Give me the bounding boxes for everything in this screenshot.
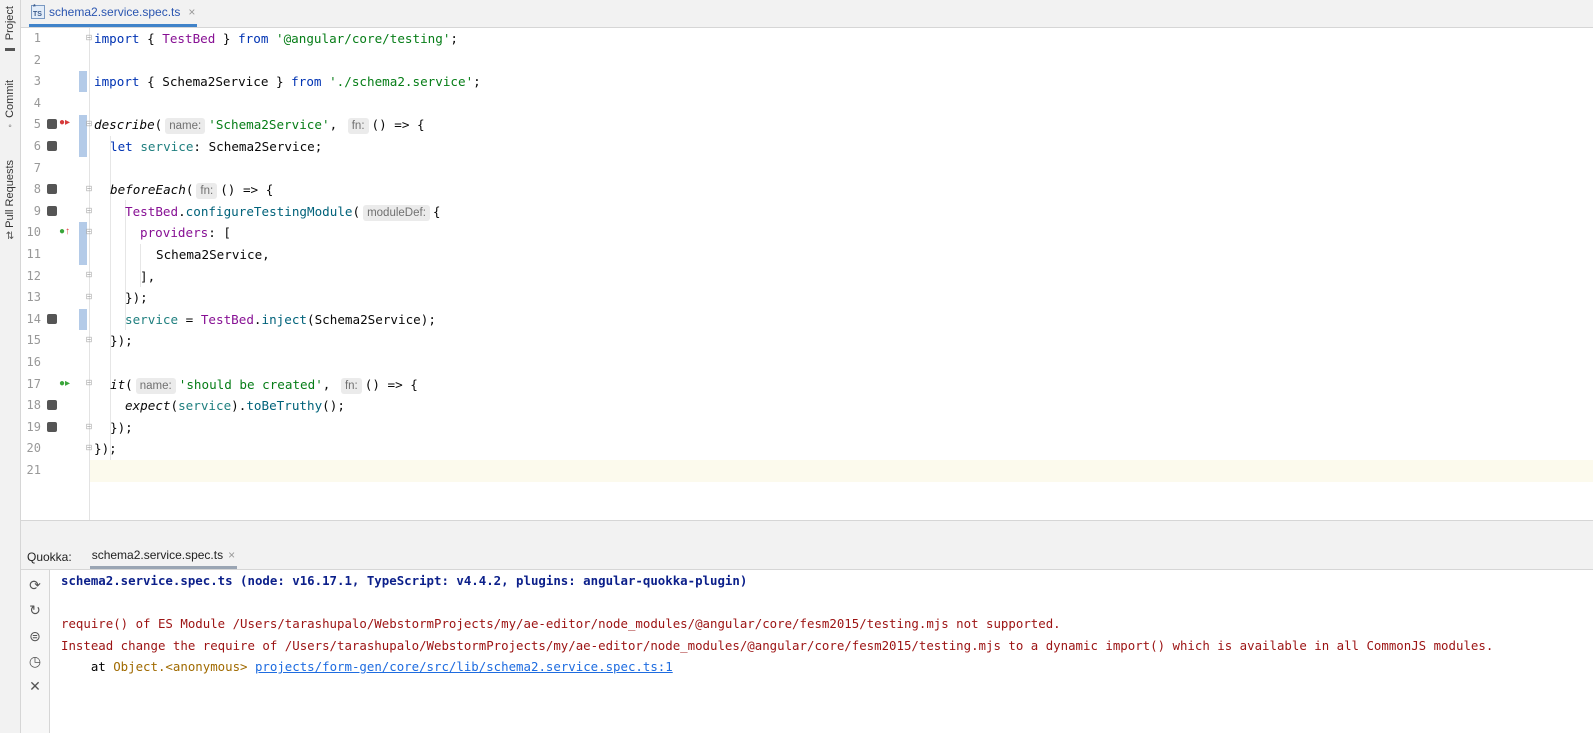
line-number: 2 [33,52,41,67]
parameter-hint: fn: [196,183,218,200]
coverage-up-icon: ●↑ [59,226,71,237]
test-failed-run-icon[interactable]: ●▸ [59,118,70,128]
code-line-3: import { Schema2Service } from './schema… [94,74,481,90]
code-line-13: }); [125,290,148,306]
close-icon[interactable]: × [188,5,195,19]
quokka-panel-header: Quokka: schema2.service.spec.ts × [21,544,1593,570]
test-passed-run-icon[interactable]: ●▸ [59,379,70,389]
coverage-marker[interactable] [47,422,57,432]
refresh-icon[interactable]: ↻ [26,601,44,619]
vcs-change-marker[interactable] [79,71,87,92]
editor-tab-bar: * TS schema2.service.spec.ts × [21,0,1593,28]
line-number: 14 [26,311,41,326]
pull-requests-tool-tab[interactable]: Pull Requests ⇅ [0,160,20,242]
pull-request-icon: ⇅ [5,230,15,242]
code-line-15: }); [110,333,133,349]
line-number: 8 [33,182,41,197]
line-number: 11 [26,247,41,261]
quokka-output[interactable]: schema2.service.spec.ts (node: v16.17.1,… [50,570,1593,733]
code-line-12: ], [140,268,156,284]
close-icon[interactable]: × [228,548,235,562]
coverage-icon[interactable]: ⊜ [26,627,44,645]
coverage-marker[interactable] [47,314,57,324]
line-number: 15 [26,333,41,348]
rerun-icon[interactable]: ⟳ [26,576,44,594]
quokka-toolbar: ⟳ ↻ ⊜ ◷ ✕ [21,570,50,733]
line-number: 21 [26,463,41,477]
folder-icon: ▬ [5,43,15,55]
line-number: 17 [26,376,41,391]
line-number: 18 [26,398,41,413]
output-header: schema2.service.spec.ts (node: v16.17.1,… [61,573,748,588]
error-message-line-2: Instead change the require of /Users/tar… [61,637,1494,653]
line-number: 10 [26,225,41,240]
commit-tab-label: Commit [4,80,16,118]
line-number: 6 [33,139,41,153]
line-number: 9 [33,203,41,218]
quokka-tab-label: schema2.service.spec.ts [91,548,224,562]
typescript-file-icon: * TS [31,4,45,19]
line-number: 3 [33,74,41,89]
line-number: 5 [33,117,41,132]
commit-tool-tab[interactable]: Commit ◦ [0,80,20,132]
stack-trace-object: Object.<anonymous> [113,659,248,675]
code-editor[interactable]: import { TestBed } from '@angular/core/t… [90,28,1593,520]
history-icon[interactable]: ◷ [26,652,44,670]
parameter-hint: name: [135,377,176,394]
editor-tab-label: schema2.service.spec.ts [49,5,181,19]
code-line-14: service = TestBed.inject(Schema2Service)… [125,311,436,327]
stack-trace-link[interactable]: projects/form-gen/core/src/lib/schema2.s… [255,659,673,674]
code-line-11: Schema2Service, [156,247,270,262]
line-number: 19 [26,419,41,434]
parameter-hint: fn: [347,118,369,135]
code-line-6: let service: Schema2Service; [110,139,323,154]
project-tool-tab[interactable]: Project ▬ [0,6,20,54]
parameter-hint: moduleDef: [363,204,430,221]
vcs-change-marker[interactable] [79,309,87,330]
commit-icon: ◦ [8,120,12,132]
pull-requests-tab-label: Pull Requests [4,160,16,228]
editor-tab-schema2-spec[interactable]: * TS schema2.service.spec.ts × [29,0,198,27]
code-line-10: providers: [ [140,225,231,241]
code-line-20: }); [94,441,117,457]
code-line-5: describe(name: 'Schema2Service', fn:() =>… [94,117,425,135]
coverage-marker[interactable] [47,184,57,194]
panel-divider[interactable] [21,520,1593,544]
quokka-tab[interactable]: schema2.service.spec.ts × [89,544,238,569]
coverage-marker[interactable] [47,400,57,410]
parameter-hint: fn: [340,377,362,394]
quokka-title: Quokka: [27,549,72,564]
code-line-1: import { TestBed } from '@angular/core/t… [94,31,458,46]
line-number: 13 [26,290,41,305]
code-line-8: beforeEach(fn:() => { [110,182,274,200]
line-number: 12 [26,268,41,283]
editor-gutter: 1 2 3 4 5 6 7 8 9 10 11 12 13 14 15 16 1… [21,28,92,520]
line-number: 4 [33,95,41,110]
code-line-18: expect(service).toBeTruthy(); [125,398,345,414]
line-number: 20 [26,441,41,456]
project-tab-label: Project [4,6,16,41]
close-icon[interactable]: ✕ [26,677,44,695]
code-line-17: it(name:'should be created', fn:() => { [110,376,418,394]
coverage-marker[interactable] [47,141,57,151]
parameter-hint: name: [165,118,206,135]
line-number: 7 [33,160,41,175]
coverage-marker[interactable] [47,119,57,129]
coverage-marker[interactable] [47,206,57,216]
tool-window-strip: Project ▬ Commit ◦ Pull Requests ⇅ [0,0,21,733]
stack-trace-line: at Object.<anonymous> projects/form-gen/… [61,659,673,675]
line-number: 1 [33,31,41,45]
code-line-19: }); [110,419,133,435]
line-number: 16 [26,355,41,369]
code-line-9: TestBed.configureTestingModule(moduleDef… [125,203,441,221]
error-message-line-1: require() of ES Module /Users/tarashupal… [61,616,1061,631]
